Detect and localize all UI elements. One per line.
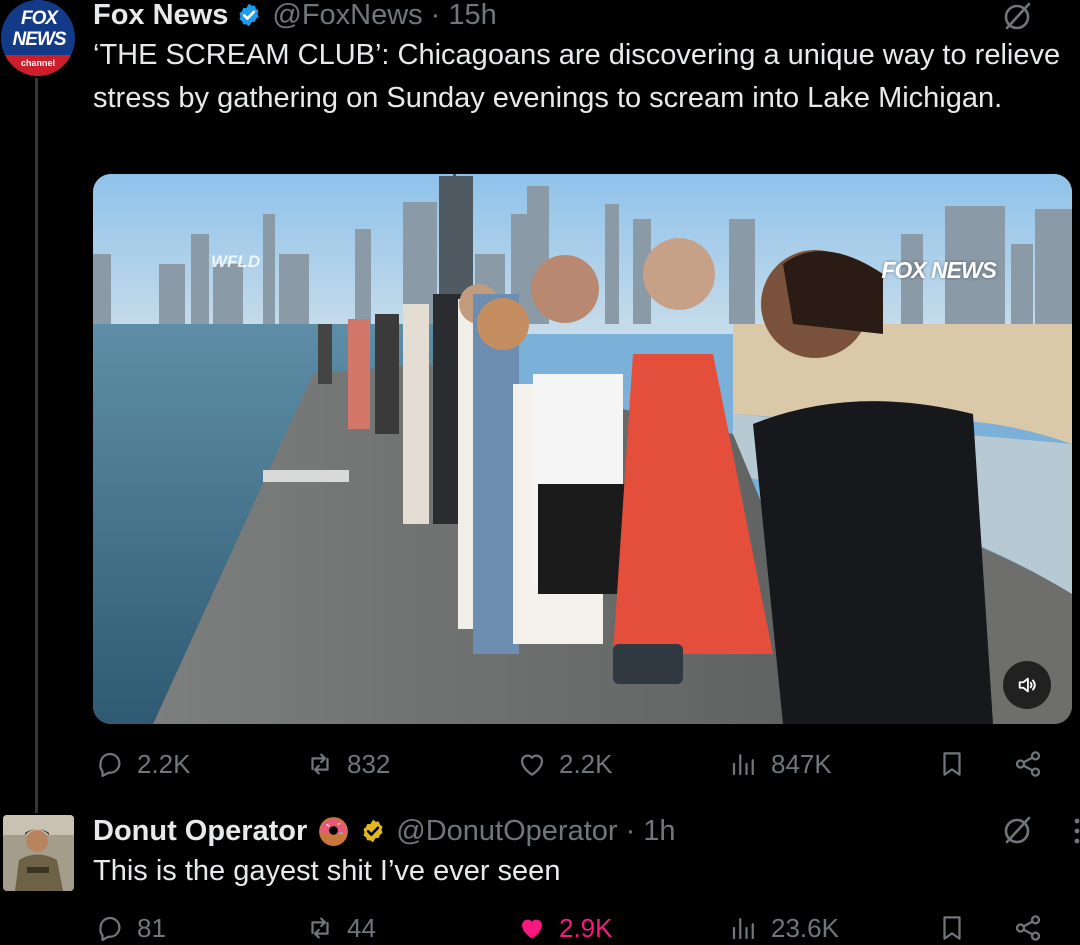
avatar-logo-text: NEWS [12,29,67,50]
views-chart-icon [732,754,754,776]
timestamp[interactable]: · 1h [626,815,676,848]
tweet-text: ‘THE SCREAM CLUB’: Chicagoans are discov… [93,39,1061,114]
thread-line [35,78,38,813]
bookmark-icon [943,752,961,776]
repost-icon [311,917,329,939]
tweet[interactable]: FOX NEWS channel Fox News @FoxNews · 15h… [0,0,1080,813]
like-count: 2.9K [559,912,613,943]
action-bar: 2.2K 832 2.2K 847K [95,747,1070,781]
repost-button[interactable]: 832 [305,747,390,781]
reply-tweet[interactable]: Donut Operator @DonutOperator · 1h This … [0,800,1080,943]
repost-count: 832 [347,748,391,779]
speaker-icon [1018,677,1036,693]
share-icon [1015,915,1041,941]
video-player[interactable]: WFLD FOX NEWS [93,174,1072,724]
view-count: 23.6K [771,912,839,943]
video-watermark: FOX NEWS [881,257,997,283]
repost-icon [311,753,329,775]
reply-button[interactable]: 2.2K [95,747,191,781]
views-button[interactable]: 847K [729,747,832,781]
author-name[interactable]: Fox News [93,0,228,32]
unmute-button[interactable] [1003,661,1051,709]
bookmark-icon [943,916,961,940]
tweet-text: This is the gayest shit I’ve ever seen [93,855,561,887]
timestamp[interactable]: · 15h [431,0,497,32]
share-button[interactable] [1013,747,1055,781]
author-handle[interactable]: @FoxNews [272,0,422,32]
verified-badge-icon [363,819,383,843]
share-icon [1015,751,1041,777]
station-bug: WFLD [211,252,261,271]
tweet-header: Donut Operator @DonutOperator · 1h [93,814,676,848]
avatar-logo-text: channel [1,55,75,76]
like-button[interactable]: 2.9K [517,911,613,945]
heart-icon [520,754,544,776]
reply-count: 81 [137,912,166,943]
author-handle[interactable]: @DonutOperator [396,815,617,848]
bookmark-button[interactable] [937,747,979,781]
share-button[interactable] [1013,911,1055,945]
like-button[interactable]: 2.2K [517,747,613,781]
reply-button[interactable]: 81 [95,911,166,945]
repost-button[interactable]: 44 [305,911,376,945]
avatar[interactable]: FOX NEWS channel [1,0,75,76]
avatar-logo-text: FOX [20,8,58,29]
heart-filled-icon [522,919,542,939]
author-name[interactable]: Donut Operator [93,815,307,848]
grok-icon[interactable] [1000,0,1034,34]
grok-icon[interactable] [1000,814,1034,848]
reply-count: 2.2K [137,748,191,779]
more-options-icon[interactable] [1072,816,1080,846]
avatar-photo [3,815,74,891]
bookmark-button[interactable] [937,911,979,945]
repost-count: 44 [347,912,376,943]
action-bar: 81 44 2.9K 23.6K [95,911,1070,945]
view-count: 847K [771,748,832,779]
like-count: 2.2K [559,748,613,779]
donut-emoji-icon [319,816,349,846]
tweet-header: Fox News @FoxNews · 15h [93,0,497,32]
reply-icon [99,752,121,777]
avatar[interactable] [3,815,74,891]
views-button[interactable]: 23.6K [729,911,839,945]
verified-badge-icon [239,3,259,27]
views-chart-icon [732,918,754,940]
reply-icon [99,916,121,941]
